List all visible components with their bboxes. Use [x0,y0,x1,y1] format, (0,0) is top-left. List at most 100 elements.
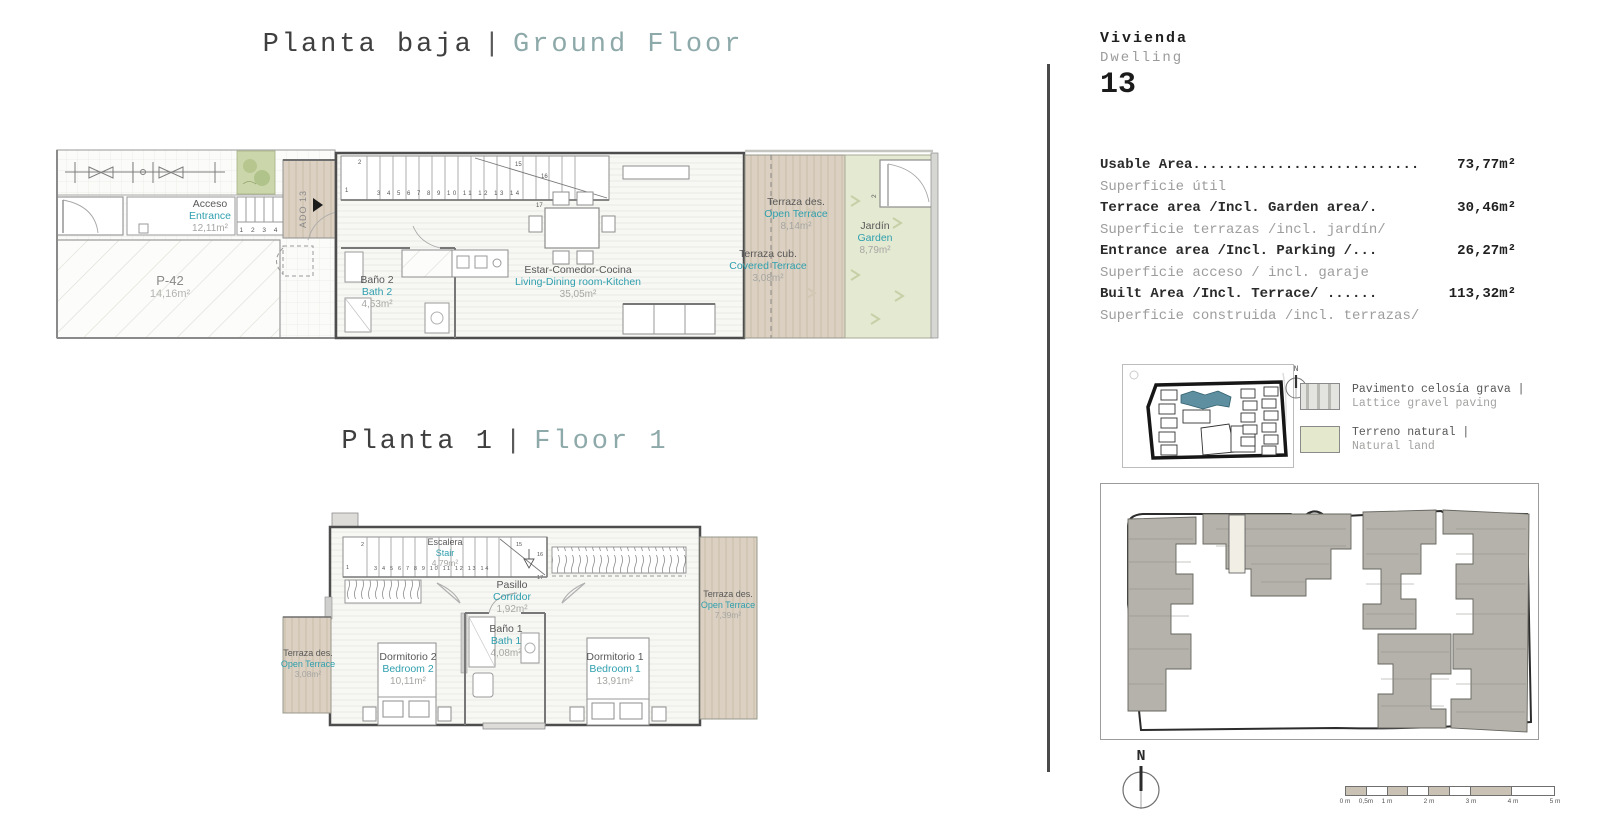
room-name-es: P-42 [150,273,190,288]
area-label-es: Superficie construida /incl. terrazas/ [1100,306,1516,328]
ground-floor-title-es: Planta baja [263,30,474,60]
wardrobe-bedroom2 [345,580,421,603]
scale-segment [1512,787,1554,795]
room-label-bath2: Baño 2 Bath 2 4,53m² [360,274,393,311]
area-unit: m² [1499,200,1516,216]
stair-number: 1 [346,565,349,571]
scale-segment [1346,787,1367,795]
legend: Pavimento celosía grava | Lattice gravel… [1300,383,1550,469]
scale-label: 3 m [1466,798,1477,805]
site-plan [1100,483,1539,740]
area-row-entrance: Entrance area /Incl. Parking /... 26,27m… [1100,241,1516,263]
compass-icon [1120,764,1162,812]
room-area: 8,79m² [857,245,892,257]
room-name-en: Bedroom 1 [586,663,643,675]
dwelling-title-en: Dwelling [1100,50,1188,66]
room-name-es: Terraza cub. [729,248,806,260]
stair-number: 2 [361,542,364,548]
scale-segment [1408,787,1429,795]
gf-terraces: 2 [745,151,938,338]
room-name-en: Open Terrace [701,600,755,611]
scale-label: 0,5m [1359,798,1373,805]
room-area: 13,91m² [586,676,643,688]
room-name-en: Bedroom 2 [379,663,436,675]
sideboard [623,166,689,179]
room-name-es: Terraza des. [281,648,335,659]
sofa [623,304,715,334]
room-name-en: Covered Terrace [729,260,806,272]
dwelling-number: 13 [1100,68,1188,102]
scale-label: 0 m [1340,798,1351,805]
natural-land-swatch-icon [1300,426,1340,453]
stair-numbers-run: 3 4 5 6 7 8 9 10 11 12 13 14 [377,191,522,197]
area-value: 26,27 [1457,243,1499,259]
room-label-parking: P-42 14,16m² [150,273,190,301]
room-label-terrace-right: Terraza des. Open Terrace 7,39m² [701,589,755,620]
area-value: 113,32 [1449,286,1499,302]
wall-stub-left [325,597,332,619]
scale-segment [1450,787,1471,795]
compass-n-label: N [1283,366,1309,374]
room-name-es: Dormitorio 1 [586,651,643,663]
room-area: 3,08m² [281,669,335,679]
floor1-plan-drawing: 2 1 3 4 5 6 7 8 9 10 11 12 13 14 15 16 1… [275,505,765,730]
area-label-es: Superficie acceso / incl. garaje [1100,263,1516,285]
ground-floor-plan: 1 2 3 4 ADO 13 [55,148,940,342]
floor1-title: Planta 1|Floor 1 [255,427,755,457]
room-label-bedroom2: Dormitorio 2 Bedroom 2 10,11m² [379,651,436,688]
legend-label-en: Lattice gravel paving [1352,397,1525,411]
room-label-acceso: Acceso Entrance 12,11m² [189,198,231,235]
area-label: Built Area /Incl. Terrace/ ...... [1100,284,1377,306]
room-name-en: Corridor [493,591,531,603]
entry-room [57,197,123,235]
site-plan-drawing [1101,484,1536,737]
stair-number: 16 [541,174,548,180]
room-area: 1,92m² [493,604,531,616]
highlighted-dwelling [1229,515,1245,573]
room-name-es: Jardín [857,220,892,232]
floor1-title-es: Planta 1 [341,427,495,457]
scale-bar-segments [1345,786,1555,796]
title-separator: | [474,30,513,60]
entry-steps: 1 2 3 4 [237,197,283,235]
title-separator: | [495,427,534,457]
area-unit: m² [1499,286,1516,302]
room-name-es: Escalera [427,537,462,548]
kitchen-counter [402,250,508,277]
dwelling-title-es: Vivienda [1100,30,1188,47]
plan-sheet: Planta baja|Ground Floor [0,0,1600,824]
room-label-bath1: Baño 1 Bath 1 4,08m² [489,623,522,660]
stair-number: 17 [536,203,543,209]
ground-floor-plan-drawing: 1 2 3 4 ADO 13 [55,148,940,342]
terrace-right [700,537,757,719]
scale-segment [1388,787,1409,795]
stair-number: 16 [537,552,543,558]
entry-step-numbers: 1 2 3 4 [240,227,281,234]
ground-floor-title-en: Ground Floor [513,30,743,60]
scale-bar: 0 m 0,5m 1 m 2 m 3 m 4 m 5 m [1345,786,1555,808]
room-name-es: Pasillo [493,579,531,591]
floor1-plan: 2 1 3 4 5 6 7 8 9 10 11 12 13 14 15 16 1… [275,505,765,730]
garden-entry: 2 [871,160,933,207]
stair-number: 17 [537,575,543,581]
house-body: 2 1 3 4 5 6 7 8 9 10 11 12 13 14 15 16 1… [336,153,744,338]
door-tag-ado13: ADO 13 [298,190,308,228]
legend-item-natural: Terreno natural | Natural land [1300,426,1550,454]
room-name-en: Bath 2 [360,286,393,298]
room-name-en: Open Terrace [281,659,335,670]
room-label-stair: Escalera Stair 4,79m² [427,537,462,568]
dwelling-header: Vivienda Dwelling 13 [1100,30,1188,102]
room-label-living: Estar-Comedor-Cocina Living-Dining room-… [515,264,641,301]
room-label-terrace-left: Terraza des. Open Terrace 3,08m² [281,648,335,679]
floor1-title-en: Floor 1 [534,427,668,457]
planter-green [237,151,275,194]
area-label-es: Superficie terrazas /incl. jardín/ [1100,220,1516,242]
stair-number: 15 [516,542,522,548]
scale-label: 1 m [1382,798,1393,805]
area-value: 73,77 [1457,157,1499,173]
room-label-garden: Jardín Garden 8,79m² [857,220,892,257]
wall-stub-bottom [483,723,545,729]
locator-map-drawing [1123,365,1291,465]
room-name-es: Estar-Comedor-Cocina [515,264,641,276]
room-area: 4,79m² [427,558,462,568]
